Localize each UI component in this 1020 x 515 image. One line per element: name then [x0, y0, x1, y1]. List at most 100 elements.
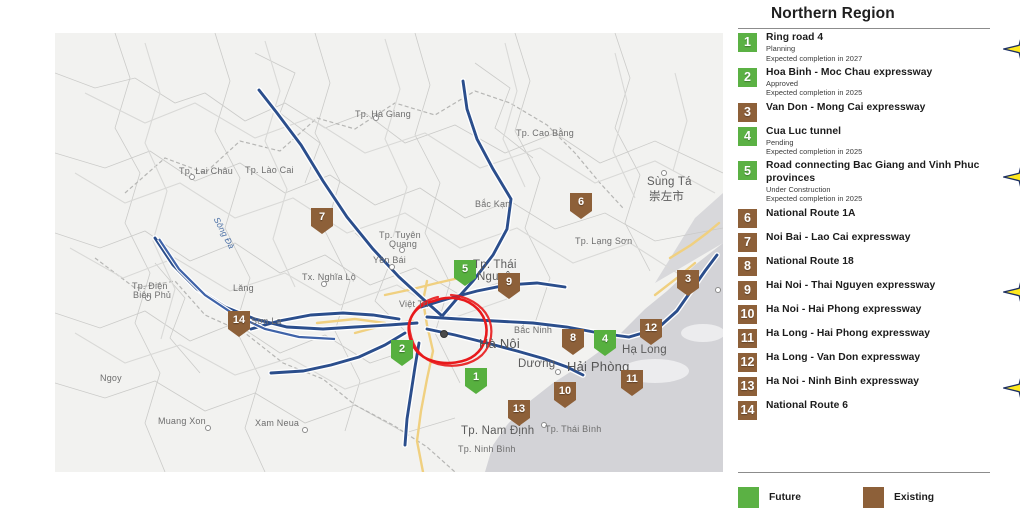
- legend-project-name: Ring road 4: [766, 32, 824, 43]
- map-marker-6[interactable]: 6: [570, 193, 592, 219]
- marker-number: 5: [461, 263, 469, 275]
- map-marker-5[interactable]: 5: [454, 260, 476, 286]
- map-marker-2[interactable]: 2: [391, 340, 413, 366]
- legend-text-block: National Route 6: [766, 400, 1020, 412]
- legend-project-name: National Route 6: [766, 399, 849, 411]
- legend-project-name: Road connecting Bac Giang and Vinh Phuc …: [766, 160, 980, 184]
- legend-text-block: Hai Noi - Thai Nguyen expressway: [766, 280, 1020, 292]
- divider-bottom: [738, 472, 990, 473]
- legend-project-name: Ha Noi - Hai Phong expressway: [766, 303, 922, 315]
- map-marker-9[interactable]: 9: [498, 273, 520, 299]
- map-marker-13[interactable]: 13: [508, 400, 530, 426]
- map-marker-11[interactable]: 11: [621, 370, 643, 396]
- legend-item-9[interactable]: 9 Hai Noi - Thai Nguyen expressway: [733, 280, 1020, 302]
- marker-number: 4: [601, 333, 609, 345]
- legend-text-block: Cua Luc tunnel Pending Expected completion…: [766, 126, 1020, 157]
- map-marker-7[interactable]: 7: [311, 208, 333, 234]
- legend-item-10[interactable]: 10 Ha Noi - Hai Phong expressway: [733, 304, 1020, 324]
- city-dot: [302, 427, 308, 433]
- legend-swatch-2: 2: [738, 67, 757, 87]
- legend-item-5[interactable]: 5 Road connecting Bac Giang and Vinh Phuc…: [733, 160, 1020, 203]
- map-marker-1[interactable]: 1: [465, 368, 487, 394]
- legend-sidebar: Northern Region 1 Ring road 4 Planning Expe…: [733, 0, 1020, 515]
- legend-swatch-9: 9: [738, 280, 757, 300]
- page-title: Northern Region: [771, 5, 895, 22]
- legend-status: Under Construction: [766, 185, 831, 195]
- legend-text-block: Ha Long - Hai Phong expressway: [766, 328, 1020, 340]
- legend-swatch-3: 3: [738, 102, 757, 122]
- legend-swatch-4: 4: [738, 126, 757, 146]
- legend-status: Planning: [766, 44, 796, 54]
- city-dot: [189, 174, 195, 180]
- legend-item-14[interactable]: 14 National Route 6: [733, 400, 1020, 420]
- legend-item-8[interactable]: 8 National Route 18: [733, 256, 1020, 276]
- marker-number: 6: [577, 196, 585, 208]
- legend-swatch-13: 13: [738, 376, 757, 396]
- map-marker-3[interactable]: 3: [677, 270, 699, 296]
- legend-project-name: Van Don - Mong Cai expressway: [766, 101, 926, 113]
- legend-project-name: Noi Bai - Lao Cai expressway: [766, 231, 911, 243]
- key-future: Future: [738, 487, 801, 508]
- legend-swatch-12: 12: [738, 352, 757, 372]
- marker-number: 1: [472, 371, 480, 383]
- legend-swatch-6: 6: [738, 208, 757, 228]
- legend-item-1[interactable]: 1 Ring road 4 Planning Expected completion …: [733, 32, 1020, 63]
- marker-number: 11: [626, 373, 638, 385]
- legend-swatch-5: 5: [738, 161, 757, 181]
- legend-swatch-14: 14: [738, 400, 757, 420]
- legend-project-name: National Route 18: [766, 255, 854, 267]
- legend-text-block: National Route 18: [766, 256, 1020, 268]
- legend-text-block: Hoa Binh - Moc Chau expressway Approved Ex…: [766, 67, 1020, 98]
- map-marker-8[interactable]: 8: [562, 329, 584, 355]
- legend-swatch-8: 8: [738, 256, 757, 276]
- marker-number: 8: [569, 332, 577, 344]
- legend-status: Pending: [766, 138, 794, 148]
- legend-text-block: Van Don - Mong Cai expressway: [766, 102, 1020, 114]
- existing-swatch: [863, 487, 885, 508]
- legend-item-2[interactable]: 2 Hoa Binh - Moc Chau expressway Approved E…: [733, 67, 1020, 98]
- legend-item-list[interactable]: 1 Ring road 4 Planning Expected completion …: [733, 32, 1020, 424]
- legend-text-block: Noi Bai - Lao Cai expressway: [766, 232, 1020, 244]
- city-dot: [205, 425, 211, 431]
- legend-text-block: Ha Noi - Hai Phong expressway: [766, 304, 1020, 316]
- map-marker-10[interactable]: 10: [554, 382, 576, 408]
- key-existing: Existing: [863, 487, 934, 508]
- marker-number: 10: [558, 385, 572, 397]
- map-marker-12[interactable]: 12: [640, 319, 662, 345]
- legend-item-7[interactable]: 7 Noi Bai - Lao Cai expressway: [733, 232, 1020, 252]
- marker-number: 3: [684, 273, 692, 285]
- legend-project-name: Hai Noi - Thai Nguyen expressway: [766, 279, 936, 291]
- legend-item-13[interactable]: 13 Ha Noi - Ninh Binh expressway: [733, 376, 1020, 398]
- future-label: Future: [769, 492, 802, 503]
- legend-swatch-7: 7: [738, 232, 757, 252]
- city-dot: [321, 281, 327, 287]
- marker-number: 12: [644, 322, 658, 334]
- legend-project-name: National Route 1A: [766, 207, 856, 219]
- marker-number: 7: [318, 211, 326, 223]
- map-canvas[interactable]: Tp. Hà Giang Tp. Cao Bằng Tp. Lai Châu Tp. …: [55, 33, 723, 472]
- legend-item-3[interactable]: 3 Van Don - Mong Cai expressway: [733, 102, 1020, 122]
- city-dot: [715, 287, 721, 293]
- legend-item-12[interactable]: 12 Ha Long - Van Don expressway: [733, 352, 1020, 372]
- legend-item-6[interactable]: 6 National Route 1A: [733, 208, 1020, 228]
- legend-swatch-10: 10: [738, 304, 757, 324]
- legend-text-block: Ring road 4 Planning Expected completion i…: [766, 32, 1020, 63]
- legend-project-name: Ha Long - Hai Phong expressway: [766, 327, 930, 339]
- legend-completion: Expected completion in 2025: [766, 194, 863, 204]
- legend-text-block: National Route 1A: [766, 208, 1020, 220]
- city-dot: [145, 295, 151, 301]
- legend-item-4[interactable]: 4 Cua Luc tunnel Pending Expected completio…: [733, 126, 1020, 157]
- existing-label: Existing: [894, 492, 935, 503]
- map-key: Future Existing: [738, 487, 988, 508]
- city-dot: [389, 264, 395, 270]
- city-dot: [399, 247, 405, 253]
- legend-project-name: Ha Long - Van Don expressway: [766, 351, 921, 363]
- marker-number: 14: [232, 314, 246, 326]
- marker-number: 13: [512, 403, 526, 415]
- legend-item-11[interactable]: 11 Ha Long - Hai Phong expressway: [733, 328, 1020, 348]
- map-marker-14[interactable]: 14: [228, 311, 250, 337]
- city-dot: [661, 170, 667, 176]
- legend-completion: Expected completion in 2025: [766, 88, 863, 98]
- legend-swatch-11: 11: [738, 328, 757, 348]
- map-marker-4[interactable]: 4: [594, 330, 616, 356]
